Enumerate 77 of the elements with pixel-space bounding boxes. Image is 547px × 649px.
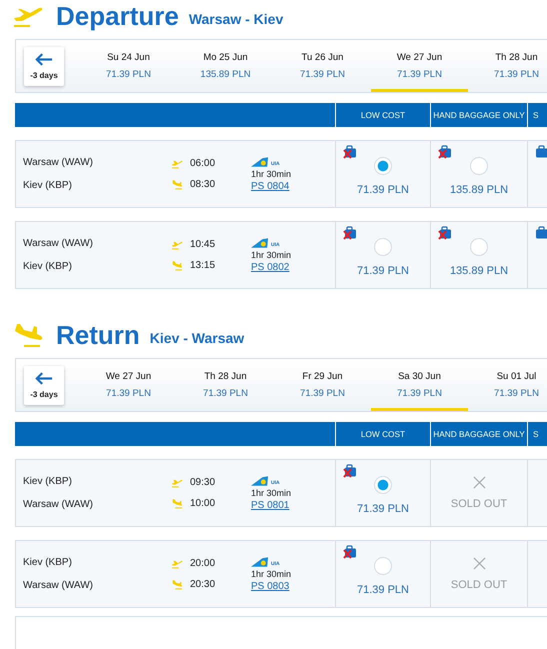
flight-duration: 1hr 30min bbox=[251, 488, 292, 498]
destination-city: Warsaw (WAW) bbox=[23, 580, 94, 591]
flight-number-link[interactable]: PS 0802 bbox=[251, 262, 292, 272]
flight-duration: 1hr 30min bbox=[251, 568, 292, 578]
arrival-time: 10:00 bbox=[190, 498, 216, 509]
column-header: S bbox=[527, 103, 547, 127]
airline-tail-icon bbox=[251, 476, 270, 486]
sold-out-label: SOLD OUT bbox=[450, 498, 508, 510]
date-tab[interactable]: Mo 25 Jun 135.89 PLN bbox=[177, 40, 274, 92]
origin-city: Kiev (KBP) bbox=[23, 476, 73, 487]
fare-price: 71.39 PLN bbox=[357, 502, 409, 514]
flight-number-link[interactable]: PS 0801 bbox=[251, 500, 292, 510]
date-tab[interactable]: Sa 30 Jun 71.39 PLN bbox=[371, 359, 468, 411]
arrival-time: 20:30 bbox=[190, 579, 216, 590]
flight-duration: 1hr 30min bbox=[251, 250, 292, 260]
destination-city: Kiev (KBP) bbox=[23, 180, 73, 191]
origin-city: Warsaw (WAW) bbox=[23, 157, 94, 168]
previous-days-button[interactable]: -3 days bbox=[24, 366, 64, 404]
destination-city: Kiev (KBP) bbox=[23, 261, 73, 272]
left-arrow-icon bbox=[35, 372, 53, 384]
fare-radio[interactable] bbox=[374, 156, 392, 174]
landing-icon bbox=[171, 260, 183, 271]
date-tab[interactable]: Fr 29 Jun 71.39 PLN bbox=[274, 359, 371, 411]
fare-price: 71.39 PLN bbox=[357, 584, 409, 596]
landing-icon bbox=[171, 179, 183, 190]
column-header: HAND BAGGAGE ONLY bbox=[430, 422, 527, 446]
takeoff-icon bbox=[171, 558, 183, 569]
date-tab[interactable]: Tu 26 Jun 71.39 PLN bbox=[274, 40, 371, 92]
takeoff-icon bbox=[171, 158, 183, 169]
date-tab[interactable]: Su 01 Jul 71.39 PLN bbox=[468, 359, 547, 411]
section-title: Return bbox=[56, 320, 140, 350]
previous-days-button[interactable]: -3 days bbox=[24, 46, 64, 86]
route-label: Warsaw - Kiev bbox=[188, 11, 284, 27]
fare-radio[interactable] bbox=[374, 556, 392, 574]
column-header: LOW COST bbox=[335, 422, 430, 446]
column-header: LOW COST bbox=[335, 103, 430, 127]
takeoff-icon bbox=[171, 477, 183, 488]
sold-out-label: SOLD OUT bbox=[450, 579, 508, 591]
landing-plane-icon bbox=[12, 322, 44, 348]
fare-radio[interactable] bbox=[470, 156, 488, 174]
flight-duration: 1hr 30min bbox=[251, 168, 292, 178]
departure-time: 09:30 bbox=[190, 477, 216, 488]
landing-icon bbox=[171, 579, 183, 590]
fare-radio[interactable] bbox=[470, 238, 488, 256]
section-title: Departure bbox=[56, 0, 179, 32]
fare-price: 71.39 PLN bbox=[357, 264, 409, 276]
flight-number-link[interactable]: PS 0803 bbox=[251, 580, 292, 592]
destination-city: Warsaw (WAW) bbox=[23, 499, 94, 510]
airline-tail-icon bbox=[251, 556, 270, 566]
origin-city: Kiev (KBP) bbox=[23, 557, 73, 568]
column-header: S bbox=[527, 422, 547, 446]
date-tab[interactable]: We 27 Jun 71.39 PLN bbox=[371, 40, 468, 92]
airline-tail-icon bbox=[251, 238, 270, 248]
date-tab[interactable]: Th 28 Jun 71.39 PLN bbox=[468, 40, 547, 92]
origin-city: Warsaw (WAW) bbox=[23, 238, 94, 249]
flight-number-link[interactable]: PS 0804 bbox=[251, 180, 292, 192]
fare-radio[interactable] bbox=[374, 238, 392, 256]
date-tab[interactable]: Th 28 Jun 71.39 PLN bbox=[177, 359, 274, 411]
departure-time: 10:45 bbox=[190, 239, 216, 250]
date-tab[interactable]: We 27 Jun 71.39 PLN bbox=[80, 359, 177, 411]
arrival-time: 08:30 bbox=[190, 179, 216, 190]
arrival-time: 13:15 bbox=[190, 260, 216, 271]
landing-icon bbox=[171, 498, 183, 509]
departure-time: 20:00 bbox=[190, 558, 216, 569]
route-label: Kiev - Warsaw bbox=[150, 330, 244, 346]
fare-price: 71.39 PLN bbox=[357, 184, 409, 196]
takeoff-icon bbox=[171, 239, 183, 250]
fare-price: 135.89 PLN bbox=[450, 184, 508, 196]
left-arrow-icon bbox=[35, 52, 53, 66]
fare-radio[interactable] bbox=[374, 476, 392, 494]
departure-time: 06:00 bbox=[190, 158, 216, 169]
fare-price: 135.89 PLN bbox=[450, 264, 508, 276]
close-icon bbox=[472, 476, 486, 489]
airline-tail-icon bbox=[251, 156, 270, 166]
close-icon bbox=[472, 557, 486, 570]
column-header: HAND BAGGAGE ONLY bbox=[430, 103, 527, 127]
date-tab[interactable]: Su 24 Jun 71.39 PLN bbox=[80, 40, 177, 92]
